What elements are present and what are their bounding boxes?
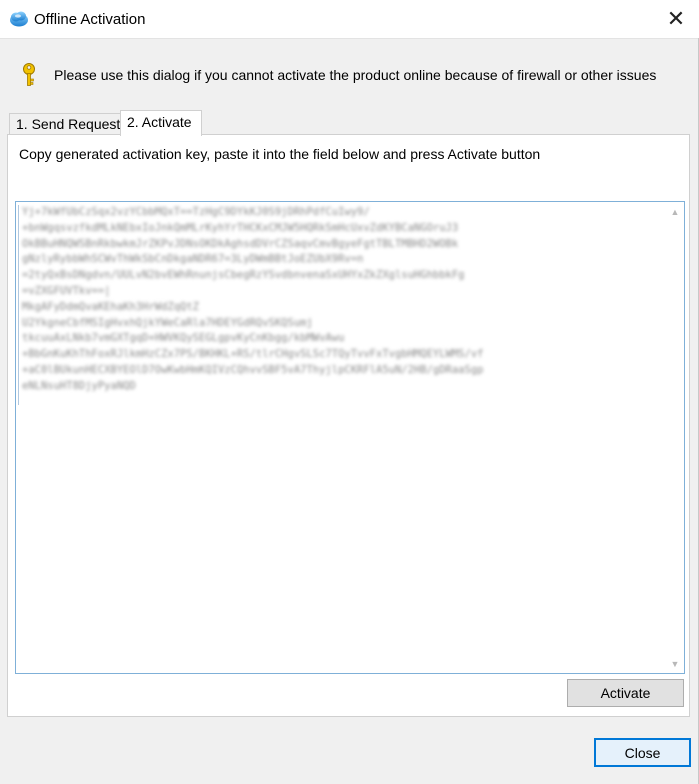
cloud-icon [10, 11, 28, 27]
window-title: Offline Activation [34, 11, 146, 28]
vertical-scrollbar[interactable]: ▲ ▼ [667, 203, 683, 672]
text-caret [18, 205, 19, 405]
info-message: Please use this dialog if you cannot act… [54, 67, 657, 83]
instructions-text: Copy generated activation key, paste it … [19, 146, 541, 162]
close-icon: ✕ [666, 6, 686, 31]
tab-activate[interactable]: 2. Activate [120, 110, 202, 136]
close-window-button[interactable]: ✕ [653, 0, 699, 38]
tab-label: 2. Activate [127, 114, 192, 130]
scroll-up-icon[interactable]: ▲ [667, 203, 683, 220]
activate-panel: Copy generated activation key, paste it … [7, 134, 690, 717]
tab-label: 1. Send Request [16, 116, 121, 132]
activation-key-text: Yj+7kWfUbCzSqx2vzYCbbMQxT==TzHgC9DYkKJ0S… [22, 206, 484, 392]
tab-send-request[interactable]: 1. Send Request [9, 113, 121, 134]
close-button[interactable]: Close [594, 738, 691, 767]
activation-key-field[interactable]: Yj+7kWfUbCzSqx2vzYCbbMQxT==TzHgC9DYkKJ0S… [15, 201, 685, 674]
key-icon [23, 63, 35, 86]
scroll-down-icon[interactable]: ▼ [667, 655, 683, 672]
activate-button[interactable]: Activate [567, 679, 684, 707]
title-bar: Offline Activation ✕ [0, 0, 699, 39]
